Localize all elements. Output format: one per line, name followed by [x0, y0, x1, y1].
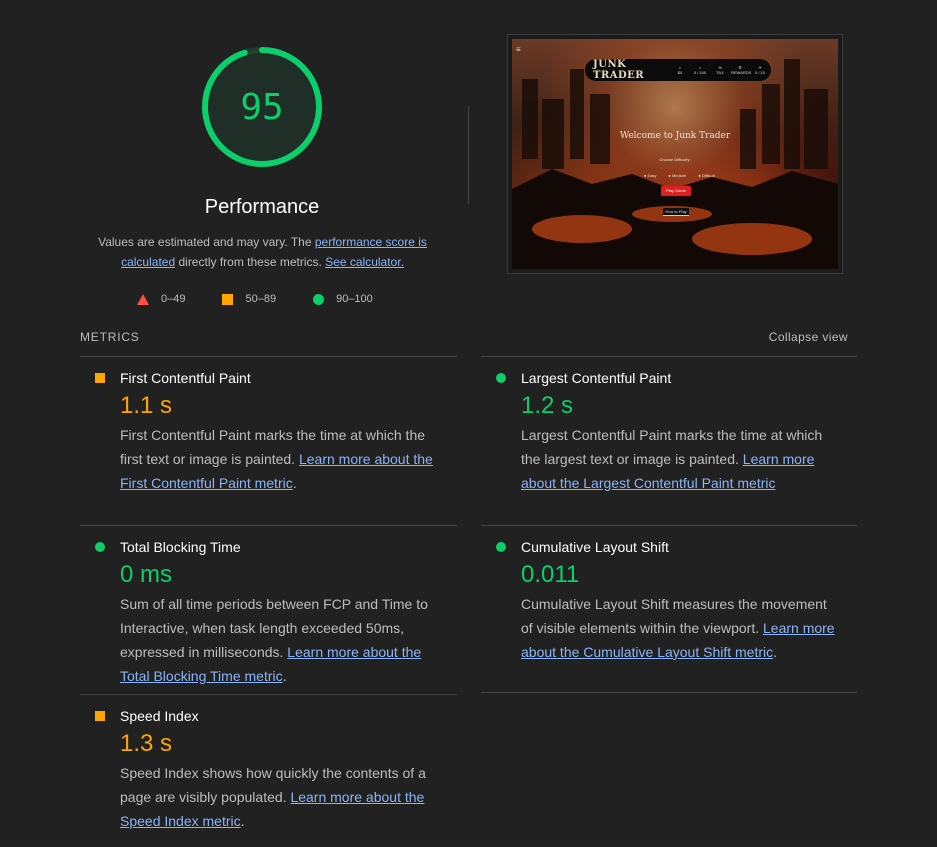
metric-description: Sum of all time periods between FCP and …	[120, 592, 440, 688]
metric-value: 1.3 s	[120, 730, 173, 757]
legend-average-label: 50–89	[245, 293, 277, 305]
metric-title: Total Blocking Time	[120, 539, 241, 555]
circle-pass-icon	[95, 542, 105, 552]
score-legend: 0–49 50–89 90–100	[137, 291, 410, 307]
metric-title: Cumulative Layout Shift	[521, 539, 669, 555]
performance-description: Values are estimated and may vary. The p…	[90, 232, 435, 272]
welcome-heading: Welcome to Junk Trader	[619, 131, 731, 141]
metric-title: First Contentful Paint	[120, 370, 251, 386]
final-screenshot[interactable]: ≡ JUNK TRADER ⌂ $0 ⌂ 0 / 100 % TAX ⚙ REWARDS…	[507, 34, 843, 274]
legend-fail: 0–49	[137, 293, 185, 305]
difficulty-label: Choose Difficulty:	[659, 157, 691, 162]
metric-description: Cumulative Layout Shift measures the mov…	[521, 592, 841, 664]
circle-pass-icon	[313, 293, 325, 305]
game-stat-label: $0	[677, 70, 683, 75]
collapse-view-toggle[interactable]: Collapse view	[769, 330, 848, 344]
game-stat-label: TAX	[716, 70, 724, 75]
circle-pass-icon	[496, 373, 506, 383]
screenshot-image: ≡ JUNK TRADER ⌂ $0 ⌂ 0 / 100 % TAX ⚙ REWARDS…	[512, 39, 838, 269]
game-nav-stats: ⌂ $0 ⌂ 0 / 100 % TAX ⚙ REWARDS ✦ 0 / 10	[671, 65, 771, 75]
difficulty-difficult: ● Difficult	[698, 173, 715, 178]
metric-speed-index: Speed Index 1.3 s Speed Index shows how …	[80, 695, 440, 845]
vertical-divider	[468, 106, 469, 204]
triangle-fail-icon	[137, 293, 149, 305]
metric-desc-tail: .	[240, 813, 245, 829]
performance-gauge: 95	[200, 45, 324, 169]
how-to-play-button: How to Play	[663, 208, 689, 216]
game-stat-label: 0 / 10	[754, 70, 765, 75]
play-game-button: Play Game	[661, 186, 691, 196]
game-logo: JUNK TRADER	[593, 59, 645, 81]
hamburger-menu-icon: ≡	[516, 45, 521, 54]
legend-fail-label: 0–49	[161, 293, 186, 305]
legend-average: 50–89	[222, 293, 276, 305]
metric-value: 1.1 s	[120, 392, 173, 419]
metric-description: First Contentful Paint marks the time at…	[120, 423, 440, 495]
metric-largest-contentful-paint: Largest Contentful Paint 1.2 s Largest C…	[481, 357, 841, 525]
metric-cumulative-layout-shift: Cumulative Layout Shift 0.011 Cumulative…	[481, 526, 841, 694]
game-stat-rewards: ⚙ REWARDS	[731, 65, 752, 75]
game-stat-inventory: ⌂ 0 / 100	[691, 65, 709, 75]
divider	[481, 692, 857, 693]
game-stat-tax: % TAX	[711, 65, 729, 75]
desc-text: Values are estimated and may vary. The	[98, 235, 315, 249]
metric-desc-tail: .	[773, 644, 778, 660]
square-average-icon	[222, 293, 234, 305]
metric-first-contentful-paint: First Contentful Paint 1.1 s First Conte…	[80, 357, 440, 525]
game-nav-bar: JUNK TRADER ⌂ $0 ⌂ 0 / 100 % TAX ⚙ REWARDS ✦…	[585, 59, 771, 81]
metric-desc-tail: .	[292, 475, 297, 491]
legend-pass: 90–100	[313, 293, 373, 305]
legend-pass-label: 90–100	[336, 293, 373, 305]
metric-description: Speed Index shows how quickly the conten…	[120, 761, 440, 833]
performance-title: Performance	[204, 196, 320, 218]
game-stat-label: REWARDS	[731, 70, 752, 75]
square-average-icon	[95, 373, 105, 383]
game-stat-money: ⌂ $0	[671, 65, 689, 75]
difficulty-medium: ● Medium	[668, 173, 687, 178]
metric-desc-tail: .	[282, 668, 287, 684]
desc-text-middle: directly from these metrics.	[175, 255, 326, 269]
difficulty-options: ● Easy ● Medium ● Difficult	[644, 173, 727, 178]
metric-title: Speed Index	[120, 708, 199, 724]
difficulty-easy: ● Easy	[644, 173, 657, 178]
metric-total-blocking-time: Total Blocking Time 0 ms Sum of all time…	[80, 526, 440, 694]
game-stat-progress: ✦ 0 / 10	[751, 65, 769, 75]
metric-title: Largest Contentful Paint	[521, 370, 672, 386]
circle-pass-icon	[496, 542, 506, 552]
square-average-icon	[95, 711, 105, 721]
metrics-header: METRICS	[80, 330, 140, 344]
game-stat-label: 0 / 100	[693, 70, 707, 75]
metric-description: Largest Contentful Paint marks the time …	[521, 423, 841, 495]
see-calculator-link[interactable]: See calculator.	[325, 255, 404, 269]
performance-score: 95	[240, 86, 284, 128]
metric-value: 0.011	[521, 561, 580, 588]
metric-value: 1.2 s	[521, 392, 574, 419]
metric-value: 0 ms	[120, 561, 173, 588]
